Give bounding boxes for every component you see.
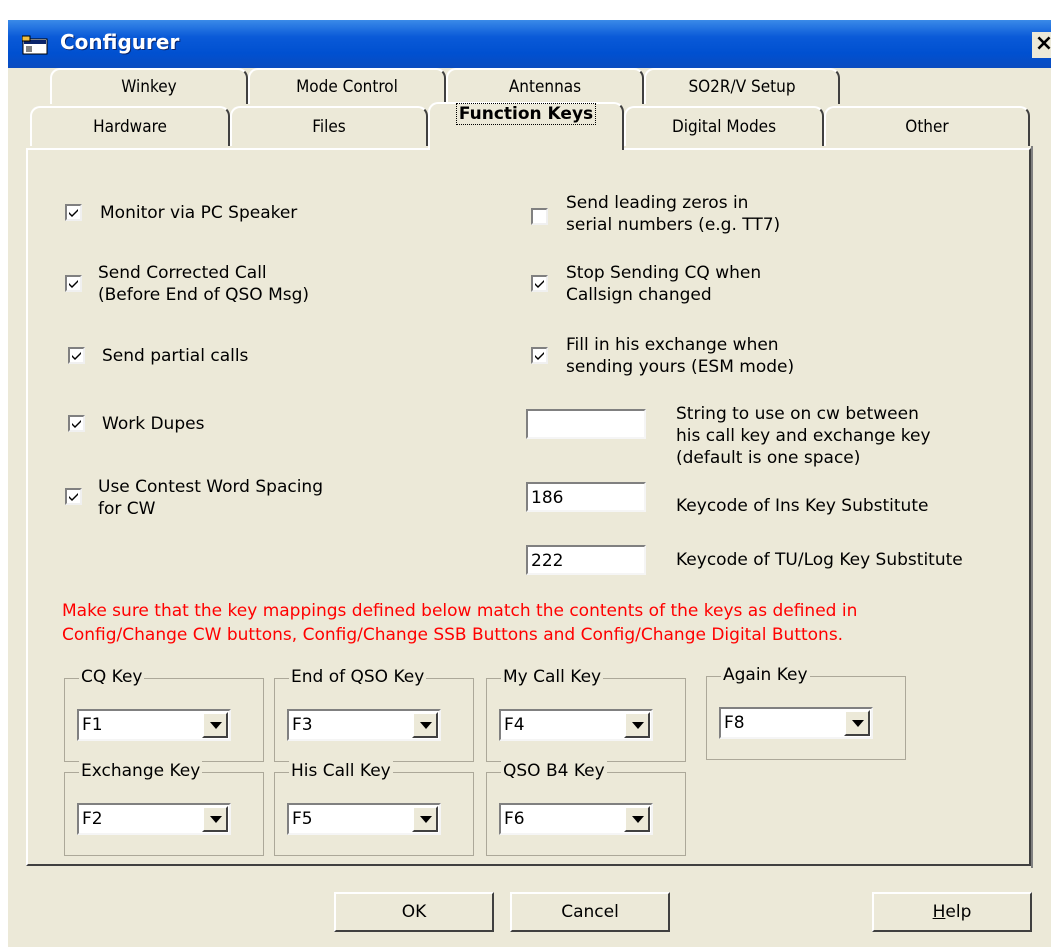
tab-label: Digital Modes bbox=[671, 117, 777, 137]
tu-keycode-input[interactable]: 222 bbox=[526, 545, 646, 575]
leading-zeros-label: Send leading zeros in serial numbers (e.g… bbox=[566, 193, 781, 235]
dropdown-button[interactable] bbox=[844, 710, 870, 736]
work-dupes-checkbox[interactable] bbox=[68, 415, 85, 432]
send-corrected-call-label: Send Corrected Call (Before End of QSO Ms… bbox=[98, 263, 310, 305]
check-icon bbox=[69, 209, 78, 217]
his-call-key-select[interactable]: F5 bbox=[287, 803, 441, 835]
cancel-label: Cancel bbox=[561, 902, 619, 922]
exchange-key-group: Exchange Key F2 bbox=[64, 760, 264, 856]
group-title: Again Key bbox=[721, 664, 810, 686]
again-key-select[interactable]: F8 bbox=[719, 707, 873, 739]
chevron-down-icon bbox=[420, 816, 432, 823]
group-title: My Call Key bbox=[501, 666, 604, 688]
tu-keycode-label: Keycode of TU/Log Key Substitute bbox=[676, 550, 963, 570]
group-title: QSO B4 Key bbox=[501, 760, 607, 782]
end-of-qso-key-group: End of QSO Key F3 bbox=[274, 666, 474, 762]
ok-button[interactable]: OK bbox=[334, 892, 494, 932]
dropdown-button[interactable] bbox=[202, 806, 228, 832]
cw-string-input[interactable] bbox=[526, 409, 646, 439]
end-of-qso-key-select[interactable]: F3 bbox=[287, 709, 441, 741]
tab-label: Function Keys bbox=[455, 103, 597, 125]
qso-b4-key-select[interactable]: F6 bbox=[499, 803, 653, 835]
tab-label: Mode Control bbox=[296, 77, 398, 97]
stop-sending-cq-checkbox[interactable] bbox=[531, 275, 548, 292]
panel-edge bbox=[1031, 146, 1033, 868]
tab-winkey[interactable]: Winkey bbox=[50, 68, 248, 104]
dropdown-button[interactable] bbox=[412, 806, 438, 832]
tab-label: Antennas bbox=[508, 77, 582, 97]
his-call-key-group: His Call Key F5 bbox=[274, 760, 474, 856]
tab-label: Files bbox=[312, 117, 346, 137]
chevron-down-icon bbox=[420, 722, 432, 729]
contest-word-spacing-checkbox[interactable] bbox=[65, 488, 82, 505]
check-icon bbox=[69, 493, 78, 501]
cq-key-group: CQ Key F1 bbox=[64, 666, 264, 762]
check-icon bbox=[535, 352, 544, 360]
cancel-button[interactable]: Cancel bbox=[510, 892, 670, 932]
chevron-down-icon bbox=[632, 816, 644, 823]
chevron-down-icon bbox=[632, 722, 644, 729]
close-button[interactable]: × bbox=[1032, 32, 1051, 58]
cw-string-label: String to use on cw between his call key … bbox=[676, 404, 931, 468]
qso-b4-key-group: QSO B4 Key F6 bbox=[486, 760, 686, 856]
chevron-down-icon bbox=[210, 722, 222, 729]
close-icon: × bbox=[1034, 31, 1051, 56]
help-label: elp bbox=[945, 902, 972, 922]
send-partial-calls-label: Send partial calls bbox=[102, 346, 249, 366]
title-bar[interactable]: Configurer bbox=[8, 20, 1051, 68]
cq-key-select[interactable]: F1 bbox=[77, 709, 231, 741]
tab-antennas[interactable]: Antennas bbox=[446, 68, 644, 104]
chevron-down-icon bbox=[210, 816, 222, 823]
ins-keycode-input[interactable]: 186 bbox=[526, 482, 646, 512]
tab-mode-control[interactable]: Mode Control bbox=[248, 68, 446, 104]
dropdown-button[interactable] bbox=[412, 712, 438, 738]
check-icon bbox=[535, 280, 544, 288]
chevron-down-icon bbox=[852, 720, 864, 727]
leading-zeros-checkbox[interactable] bbox=[531, 208, 548, 225]
group-title: End of QSO Key bbox=[289, 666, 427, 688]
check-icon bbox=[72, 352, 81, 360]
dropdown-button[interactable] bbox=[624, 806, 650, 832]
group-title: CQ Key bbox=[79, 666, 145, 688]
tab-label: Hardware bbox=[93, 117, 167, 137]
esm-mode-checkbox[interactable] bbox=[531, 347, 548, 364]
check-icon bbox=[72, 420, 81, 428]
app-icon bbox=[22, 35, 48, 55]
tab-digital-modes[interactable]: Digital Modes bbox=[624, 106, 824, 146]
tab-function-keys[interactable]: Function Keys bbox=[428, 102, 624, 150]
check-icon bbox=[69, 280, 78, 288]
exchange-key-select[interactable]: F2 bbox=[77, 803, 231, 835]
esm-mode-label: Fill in his exchange when sending yours (… bbox=[566, 335, 795, 377]
contest-word-spacing-label: Use Contest Word Spacing for CW bbox=[98, 477, 323, 519]
send-partial-calls-checkbox[interactable] bbox=[68, 347, 85, 364]
help-button[interactable]: Help bbox=[872, 892, 1032, 932]
monitor-pc-speaker-label: Monitor via PC Speaker bbox=[100, 203, 298, 223]
my-call-key-select[interactable]: F4 bbox=[499, 709, 653, 741]
send-corrected-call-checkbox[interactable] bbox=[65, 275, 82, 292]
tab-label: SO2R/V Setup bbox=[688, 77, 796, 97]
ins-keycode-label: Keycode of Ins Key Substitute bbox=[676, 496, 929, 516]
again-key-group: Again Key F8 bbox=[706, 664, 906, 760]
tab-hardware[interactable]: Hardware bbox=[30, 106, 230, 146]
tab-label: Other bbox=[905, 117, 949, 137]
my-call-key-group: My Call Key F4 bbox=[486, 666, 686, 762]
group-title: Exchange Key bbox=[79, 760, 203, 782]
work-dupes-label: Work Dupes bbox=[102, 414, 205, 434]
dropdown-button[interactable] bbox=[624, 712, 650, 738]
dropdown-button[interactable] bbox=[202, 712, 228, 738]
key-mapping-warning: Make sure that the key mappings defined … bbox=[62, 601, 858, 645]
tab-label: Winkey bbox=[121, 77, 177, 97]
help-mnemonic: H bbox=[932, 902, 946, 922]
stop-sending-cq-label: Stop Sending CQ when Callsign changed bbox=[566, 263, 762, 305]
tab-files[interactable]: Files bbox=[230, 106, 428, 146]
monitor-pc-speaker-checkbox[interactable] bbox=[65, 204, 82, 221]
ok-label: OK bbox=[401, 902, 427, 922]
tab-other[interactable]: Other bbox=[824, 106, 1030, 146]
tab-so2r-setup[interactable]: SO2R/V Setup bbox=[644, 68, 840, 104]
group-title: His Call Key bbox=[289, 760, 393, 782]
window-title: Configurer bbox=[60, 30, 180, 54]
